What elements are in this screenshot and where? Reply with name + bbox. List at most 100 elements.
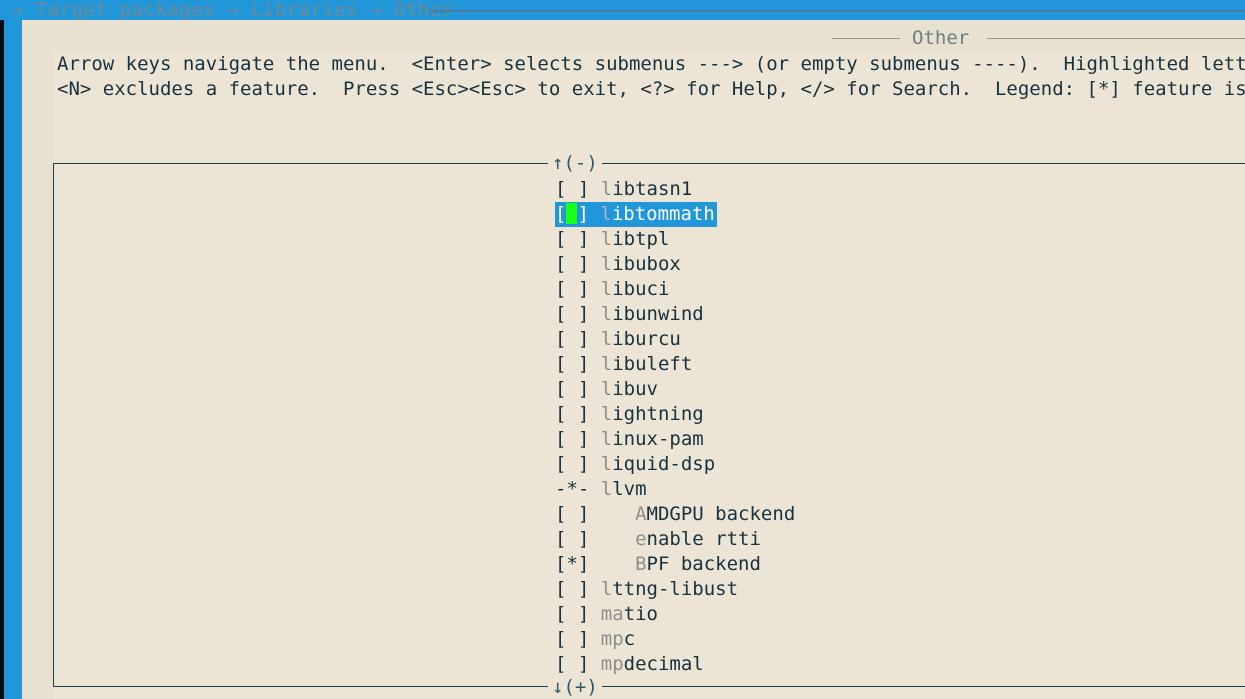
menu-item[interactable]: [ ] libuleft	[555, 352, 694, 377]
menu-item-hotkey: l	[600, 278, 613, 300]
menu-item-indent	[589, 603, 600, 625]
menu-item-checkbox[interactable]: [ ]	[555, 528, 589, 550]
menu-item-label: decimal	[623, 653, 704, 675]
menu-item-hotkey: B	[635, 553, 647, 575]
menu-item[interactable]: [ ] libtpl	[555, 227, 671, 252]
menu-item-indent	[589, 378, 600, 400]
menu-item[interactable]: -*- llvm	[555, 477, 649, 502]
menu-item[interactable]: [ ] liburcu	[555, 327, 683, 352]
menu-item-label: inux-pam	[612, 428, 704, 450]
menu-item-list: [ ] libtasn1[] libtommath[ ] libtpl[ ] l…	[555, 177, 1195, 677]
menu-item-indent	[589, 478, 600, 500]
menu-item-hotkey: l	[600, 378, 613, 400]
help-line-1: Arrow keys navigate the menu. <Enter> se…	[57, 53, 1245, 75]
menu-item-label: MDGPU backend	[646, 503, 796, 525]
menu-item-indent	[589, 203, 600, 225]
menu-item-checkbox[interactable]: [ ]	[555, 603, 589, 625]
menu-item-checkbox[interactable]: [ ]	[555, 578, 589, 600]
menu-item-label: ibubox	[612, 253, 681, 275]
menu-item[interactable]: [ ] lttng-libust	[555, 577, 740, 602]
menu-item[interactable]: [ ] enable rtti	[555, 527, 763, 552]
menu-item-indent	[589, 553, 635, 575]
text-cursor	[566, 203, 578, 224]
menu-item-indent	[589, 628, 600, 650]
menu-item-checkbox[interactable]: [ ]	[555, 278, 589, 300]
scroll-up-indicator[interactable]: ↑(-)	[548, 152, 602, 174]
menu-item-checkbox[interactable]: [ ]	[555, 403, 589, 425]
menu-item-checkbox[interactable]: [ ]	[555, 628, 589, 650]
menu-item-hotkey: l	[600, 453, 613, 475]
menu-item-label: ibtpl	[612, 228, 670, 250]
menu-item[interactable]: [ ] libuci	[555, 277, 671, 302]
menu-item[interactable]: [ ] libtasn1	[555, 177, 694, 202]
menu-item-label: lvm	[612, 478, 647, 500]
menu-item-checkbox[interactable]: [ ]	[555, 503, 589, 525]
menu-item-checkbox[interactable]: [ ]	[555, 228, 589, 250]
menu-item-checkbox[interactable]: [ ]	[555, 178, 589, 200]
menu-item[interactable]: [ ] libubox	[555, 252, 683, 277]
menu-item[interactable]: [ ] mpc	[555, 627, 637, 652]
menu-item-indent	[589, 303, 600, 325]
menu-item-hotkey: l	[600, 353, 613, 375]
menu-item-indent	[589, 528, 635, 550]
menu-item[interactable]: [] libtommath	[555, 202, 717, 227]
menu-item-indent	[589, 328, 600, 350]
menu-item-label: c	[623, 628, 636, 650]
menu-item-checkbox[interactable]: [ ]	[555, 328, 589, 350]
menu-item-checkbox[interactable]: [ ]	[555, 378, 589, 400]
menu-item[interactable]: [ ] linux-pam	[555, 427, 706, 452]
menu-item-checkbox[interactable]: [ ]	[555, 253, 589, 275]
dialog-title-group: Other	[832, 26, 1245, 50]
menu-item-hotkey: mp	[600, 628, 624, 650]
menu-item-indent	[589, 453, 600, 475]
breadcrumb[interactable]: → Target packages → Libraries → Other	[12, 0, 454, 20]
title-rule-right	[987, 38, 1245, 39]
menu-item[interactable]: [ ] libuv	[555, 377, 660, 402]
menu-item-indent	[589, 578, 600, 600]
menu-item-label: ttng-libust	[612, 578, 739, 600]
menu-item[interactable]: [*] BPF backend	[555, 552, 763, 577]
menu-item-hotkey: l	[600, 578, 613, 600]
menu-item[interactable]: [ ] AMDGPU backend	[555, 502, 797, 527]
menu-item-checkbox[interactable]: []	[555, 203, 589, 225]
menu-item[interactable]: [ ] mpdecimal	[555, 652, 706, 677]
scroll-down-indicator[interactable]: ↓(+)	[548, 676, 602, 698]
menu-item-label: iburcu	[612, 328, 681, 350]
menu-item[interactable]: [ ] matio	[555, 602, 660, 627]
menu-item-label: iquid-dsp	[612, 453, 716, 475]
menu-item-hotkey: mp	[600, 653, 624, 675]
checkbox-bracket-close: ]	[577, 203, 589, 225]
menu-item-label: ibuv	[612, 378, 658, 400]
menu-item-checkbox[interactable]: -*-	[555, 478, 589, 500]
menuconfig-screen: → Target packages → Libraries → Other Ot…	[0, 0, 1245, 699]
desktop-background-left	[4, 20, 22, 699]
menu-item-checkbox[interactable]: [ ]	[555, 303, 589, 325]
menu-item-indent	[589, 653, 600, 675]
menu-item-label: ibunwind	[612, 303, 704, 325]
menu-item-label: ightning	[612, 403, 704, 425]
menu-item[interactable]: [ ] lightning	[555, 402, 706, 427]
help-line-2: <N> excludes a feature. Press <Esc><Esc>…	[57, 78, 1245, 100]
menu-item-hotkey: l	[600, 203, 612, 225]
menu-item-hotkey: l	[600, 428, 613, 450]
menu-item-hotkey: l	[600, 228, 613, 250]
menu-item[interactable]: [ ] libunwind	[555, 302, 706, 327]
menu-item-label: PF backend	[646, 553, 761, 575]
menu-item-checkbox[interactable]: [ ]	[555, 453, 589, 475]
menu-item-checkbox[interactable]: [ ]	[555, 653, 589, 675]
menu-item-hotkey: l	[600, 403, 613, 425]
menu-item-label: ibuleft	[612, 353, 693, 375]
menu-item-label: ibtommath	[611, 203, 715, 225]
menu-item-hotkey: e	[635, 528, 647, 550]
menu-item-hotkey: l	[600, 478, 613, 500]
menu-item-checkbox[interactable]: [ ]	[555, 353, 589, 375]
menu-item-label: tio	[623, 603, 658, 625]
menu-item-checkbox[interactable]: [ ]	[555, 428, 589, 450]
menu-item-label: nable rtti	[646, 528, 761, 550]
menu-item-hotkey: l	[600, 178, 613, 200]
menu-item-hotkey: ma	[600, 603, 624, 625]
menu-item-indent	[589, 503, 635, 525]
menu-item[interactable]: [ ] liquid-dsp	[555, 452, 717, 477]
menu-item-checkbox[interactable]: [*]	[555, 553, 589, 575]
menu-item-indent	[589, 253, 600, 275]
